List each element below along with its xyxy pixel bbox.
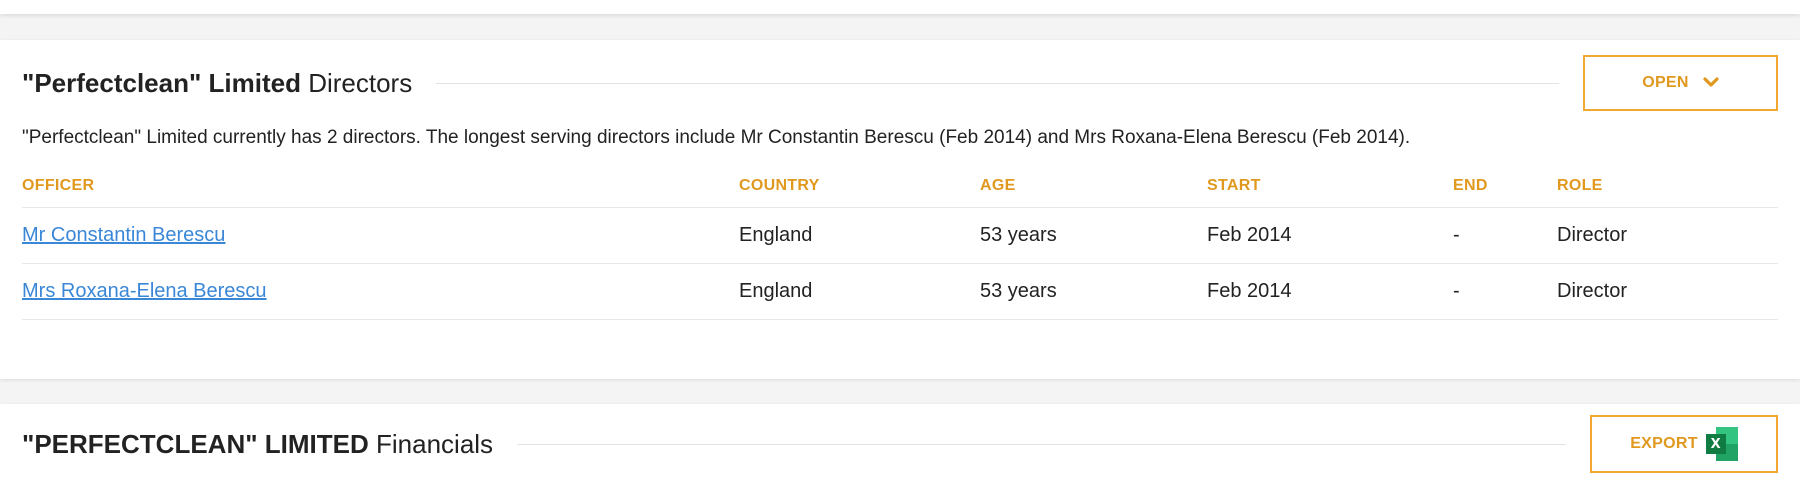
officer-link[interactable]: Mrs Roxana-Elena Berescu (22, 280, 267, 302)
start-cell: Feb 2014 (1207, 207, 1453, 264)
previous-card-edge (0, 0, 1800, 14)
officer-link[interactable]: Mr Constantin Berescu (22, 224, 225, 246)
table-row: Mrs Roxana-Elena Berescu England 53 year… (22, 263, 1778, 320)
start-cell: Feb 2014 (1207, 263, 1453, 320)
export-button-label: EXPORT (1630, 435, 1698, 452)
financials-card: "PERFECTCLEAN" LIMITED Financials EXPORT… (0, 404, 1800, 479)
officers-table: OFFICER COUNTRY AGE START END ROLE Mr Co… (22, 165, 1778, 320)
table-row: Mr Constantin Berescu England 53 years F… (22, 207, 1778, 264)
excel-icon-letter: X (1705, 434, 1726, 454)
country-cell: England (739, 207, 980, 264)
directors-header: "Perfectclean" Limited Directors OPEN (22, 55, 1778, 111)
age-cell: 53 years (980, 263, 1207, 320)
age-cell: 53 years (980, 207, 1207, 264)
financials-title: "PERFECTCLEAN" LIMITED Financials (22, 429, 493, 460)
end-cell: - (1453, 207, 1557, 264)
chevron-down-icon (1703, 77, 1719, 87)
header-divider (517, 443, 1566, 445)
officer-cell: Mr Constantin Berescu (22, 207, 739, 264)
open-button[interactable]: OPEN (1583, 55, 1778, 111)
column-header-end[interactable]: END (1453, 165, 1557, 208)
column-header-role[interactable]: ROLE (1557, 165, 1778, 208)
directors-title: "Perfectclean" Limited Directors (22, 68, 412, 99)
column-header-officer[interactable]: OFFICER (22, 165, 739, 208)
officer-cell: Mrs Roxana-Elena Berescu (22, 263, 739, 320)
financials-title-company: "PERFECTCLEAN" LIMITED (22, 428, 369, 459)
financials-title-label: Financials (376, 428, 494, 459)
directors-title-company: "Perfectclean" Limited (22, 67, 301, 98)
directors-summary: "Perfectclean" Limited currently has 2 d… (22, 127, 1411, 148)
column-header-age[interactable]: AGE (980, 165, 1207, 208)
table-header-row: OFFICER COUNTRY AGE START END ROLE (22, 165, 1778, 208)
directors-card: "Perfectclean" Limited Directors OPEN "P… (0, 40, 1800, 379)
export-button[interactable]: EXPORT X (1590, 415, 1778, 473)
directors-title-label: Directors (308, 67, 413, 98)
open-button-label: OPEN (1642, 74, 1689, 91)
role-cell: Director (1557, 263, 1778, 320)
column-header-start[interactable]: START (1207, 165, 1453, 208)
header-divider (436, 82, 1559, 84)
column-header-country[interactable]: COUNTRY (739, 165, 980, 208)
role-cell: Director (1557, 207, 1778, 264)
country-cell: England (739, 263, 980, 320)
end-cell: - (1453, 263, 1557, 320)
excel-icon: X (1705, 427, 1738, 461)
financials-header: "PERFECTCLEAN" LIMITED Financials EXPORT… (22, 415, 1778, 473)
